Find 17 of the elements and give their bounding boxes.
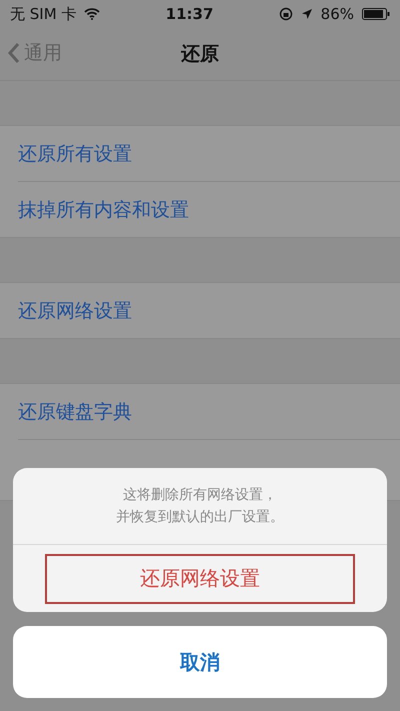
- page-title: 还原: [181, 42, 219, 67]
- alert-message: 并恢复到默认的出厂设置。: [116, 508, 284, 527]
- rotation-lock-icon: [278, 7, 293, 21]
- battery-percentage: 86%: [320, 5, 354, 23]
- alert-message: 这将删除所有网络设置，: [123, 486, 277, 505]
- wifi-icon: [84, 8, 100, 20]
- settings-item[interactable]: 还原网络设置: [18, 298, 132, 324]
- carrier-label: 无 SIM 卡: [10, 4, 76, 24]
- cancel-button[interactable]: 取消: [13, 626, 387, 698]
- chevron-left-icon: [8, 42, 20, 64]
- settings-item[interactable]: 还原键盘字典: [18, 398, 132, 424]
- settings-item[interactable]: 抹掉所有内容和设置: [18, 196, 189, 222]
- settings-item[interactable]: 还原所有设置: [18, 140, 132, 166]
- reset-network-button[interactable]: 还原网络设置: [45, 554, 355, 604]
- clock: 11:37: [166, 5, 214, 23]
- battery-icon: [362, 8, 390, 20]
- location-arrow-icon: [300, 8, 313, 20]
